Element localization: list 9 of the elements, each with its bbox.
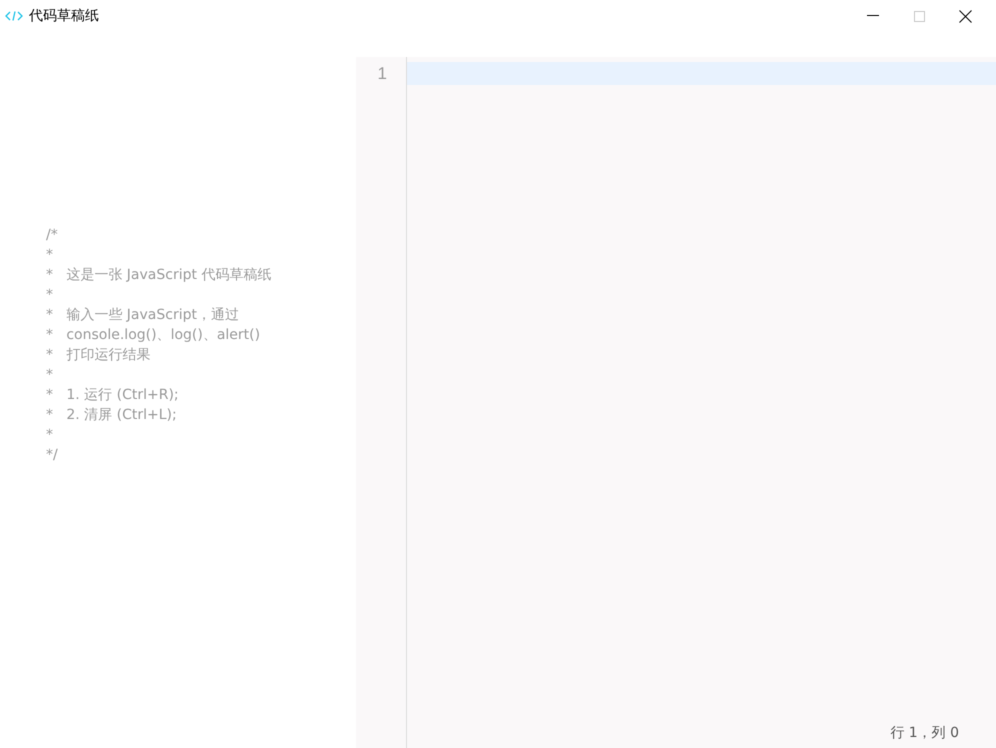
cursor-position: 行 1，列 0 (890, 724, 959, 743)
window-title: 代码草稿纸 (29, 6, 99, 26)
code-icon (5, 11, 23, 21)
maximize-icon (914, 10, 924, 22)
line-number: 1 (376, 63, 388, 85)
close-icon (958, 10, 972, 22)
minimize-icon (867, 15, 879, 17)
code-editor[interactable]: 1 行 1，列 0 (356, 57, 996, 748)
hint-comment: /* * * 这是一张 JavaScript 代码草稿纸 * * 输入一些 JavaScript，通过 * console.log()、log()、alert() * 打印运行结果 * * 1. 运行 (Ctrl+R); * 2. 清屏 (Ctrl+L); * */ (46, 226, 272, 465)
